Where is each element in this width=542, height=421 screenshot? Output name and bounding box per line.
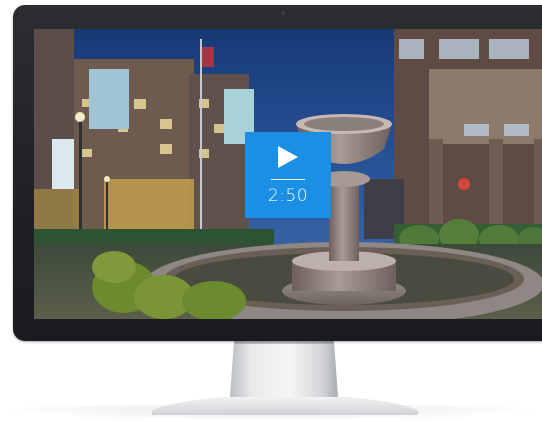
monitor-stand-neck (230, 341, 338, 397)
divider (271, 179, 305, 180)
video-screen[interactable]: 2:50 (34, 29, 542, 319)
video-duration: 2:50 (267, 186, 309, 206)
play-icon (278, 146, 298, 168)
page: 2:50 (0, 0, 542, 421)
monitor-bezel: 2:50 (13, 5, 542, 341)
camera-dot (281, 11, 285, 15)
monitor-stand-base (152, 397, 418, 415)
play-button[interactable]: 2:50 (245, 132, 331, 218)
